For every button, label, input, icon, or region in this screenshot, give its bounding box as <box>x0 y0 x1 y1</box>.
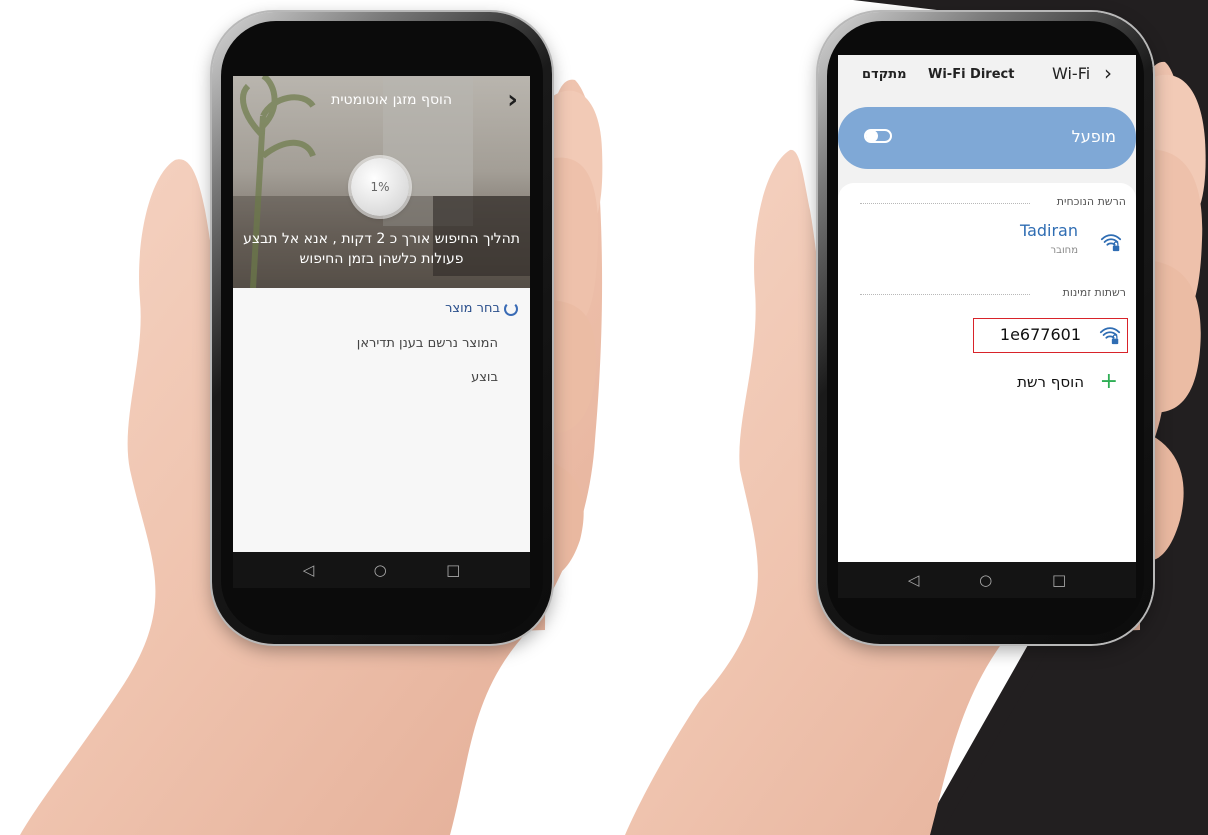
available-networks-divider <box>860 294 1030 295</box>
recents-icon[interactable]: □ <box>446 562 460 578</box>
current-network-divider <box>860 203 1030 204</box>
wifi-locked-icon <box>1100 234 1122 252</box>
network-name: 1e677601 <box>999 325 1081 344</box>
add-network-row[interactable]: + הוסף רשת <box>838 369 1136 405</box>
loading-spinner-icon <box>504 302 518 316</box>
left-phone-screen: הוסף מזגן אוטומטית › 1% תהליך החיפוש אור… <box>233 76 530 588</box>
search-hero-banner: הוסף מזגן אוטומטית › 1% תהליך החיפוש אור… <box>233 76 530 288</box>
tab-wifi-direct[interactable]: Wi-Fi Direct <box>928 67 1014 82</box>
chevron-left-icon[interactable]: › <box>1104 61 1112 85</box>
add-network-label: הוסף רשת <box>1017 373 1084 391</box>
current-network-status: מחובר <box>1050 245 1078 256</box>
recents-icon[interactable]: □ <box>1052 572 1066 588</box>
step-registered-cloud: המוצר נרשם בענן תדיראן <box>356 336 498 351</box>
left-phone: הוסף מזגן אוטומטית › 1% תהליך החיפוש אור… <box>212 12 552 644</box>
home-icon[interactable]: ○ <box>979 572 992 588</box>
progress-indicator: 1% <box>351 158 409 216</box>
wifi-tabs-bar: מתקדם Wi-Fi Direct Wi-Fi › <box>838 55 1136 93</box>
home-icon[interactable]: ○ <box>374 562 387 578</box>
step-select-product: בחר מוצר <box>445 301 500 316</box>
progress-label: 1% <box>370 180 390 194</box>
tab-wifi[interactable]: Wi-Fi <box>1052 64 1090 83</box>
android-nav-bar: ◁ ○ □ <box>233 552 530 588</box>
chevron-right-icon[interactable]: › <box>507 85 518 115</box>
wifi-toggle-label: מופעל <box>1071 127 1116 146</box>
search-message-line1: תהליך החיפוש אורך כ 2 דקות , אנא אל תבצע <box>243 231 520 247</box>
current-network-row[interactable]: Tadiran מחובר <box>838 221 1136 265</box>
wifi-toggle-switch[interactable] <box>864 129 892 143</box>
plus-icon: + <box>1099 369 1118 394</box>
wifi-toggle-bar[interactable]: מופעל <box>838 107 1136 169</box>
tab-advanced[interactable]: מתקדם <box>862 67 907 82</box>
right-phone-screen: מתקדם Wi-Fi Direct Wi-Fi › מופעל הרשת הנ… <box>838 55 1136 598</box>
networks-card: הרשת הנוכחית Tadiran מחובר רשתות זמינות <box>838 183 1136 562</box>
available-networks-heading: רשתות זמינות <box>1062 286 1126 299</box>
step-done: בוצע <box>471 370 498 385</box>
back-icon[interactable]: ◁ <box>908 572 920 588</box>
network-row-1e677601[interactable]: 1e677601 <box>973 318 1128 353</box>
page-title: הוסף מזגן אוטומטית <box>331 92 452 108</box>
toggle-knob <box>866 130 878 142</box>
wifi-locked-icon <box>1099 327 1121 345</box>
back-icon[interactable]: ◁ <box>303 562 315 578</box>
current-network-heading: הרשת הנוכחית <box>1056 195 1126 208</box>
android-nav-bar: ◁ ○ □ <box>838 562 1136 598</box>
current-network-name: Tadiran <box>1019 221 1078 240</box>
search-message-line2: פעולות כלשהן בזמן החיפוש <box>299 251 464 267</box>
right-phone: מתקדם Wi-Fi Direct Wi-Fi › מופעל הרשת הנ… <box>818 12 1153 644</box>
search-message: תהליך החיפוש אורך כ 2 דקות , אנא אל תבצע… <box>233 229 530 269</box>
